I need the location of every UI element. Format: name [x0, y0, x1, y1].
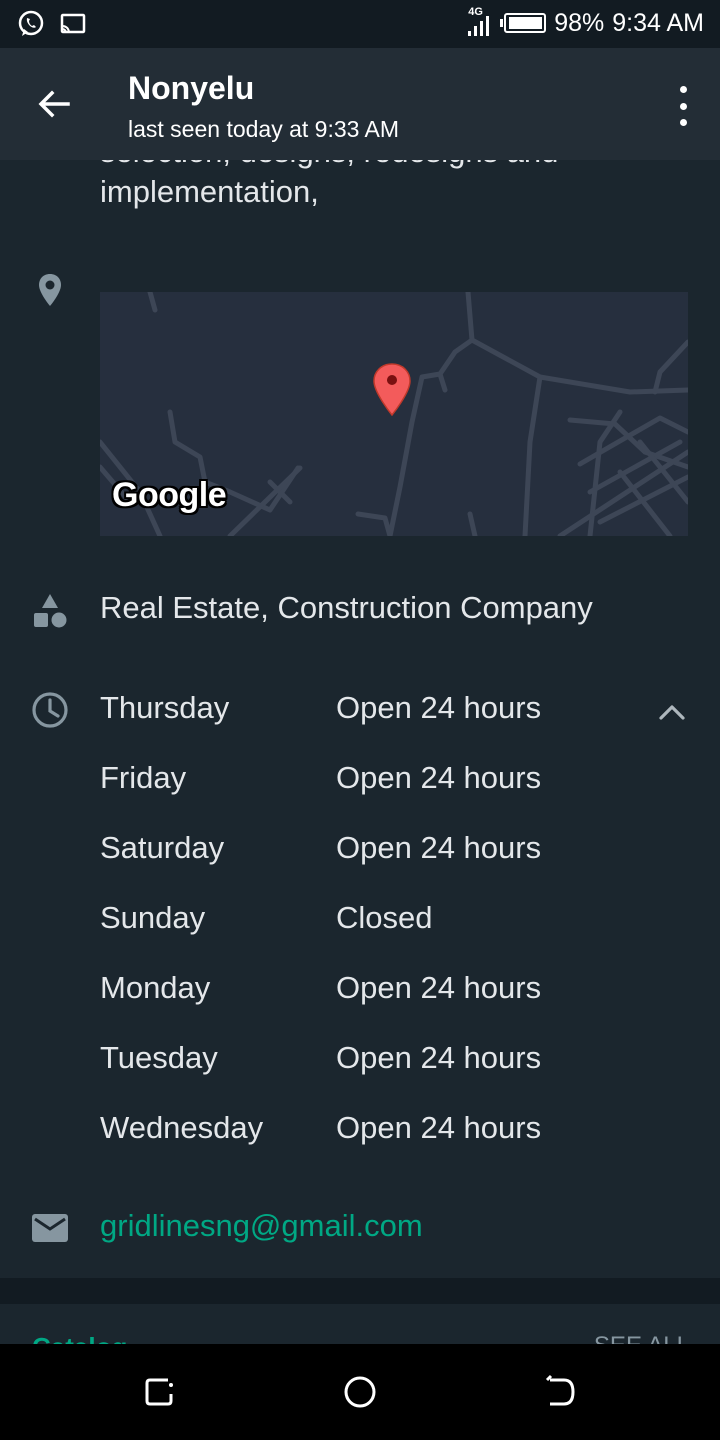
hours-day: Friday [100, 760, 187, 795]
hours-row: Wednesday Open 24 hours [100, 1110, 620, 1150]
hours-time: Open 24 hours [336, 1110, 542, 1145]
hours-row: Friday Open 24 hours [100, 760, 620, 800]
business-description-partial: selection, designs, redesigns and [100, 160, 558, 170]
back-nav-icon[interactable] [538, 1370, 582, 1414]
hours-day: Sunday [100, 900, 206, 935]
hours-row: Monday Open 24 hours [100, 970, 620, 1010]
location-pin-icon [39, 274, 61, 306]
hours-time: Open 24 hours [336, 760, 542, 795]
battery-icon [500, 13, 547, 33]
cast-icon [60, 13, 86, 34]
mail-icon [32, 1214, 68, 1242]
hours-day: Tuesday [100, 1040, 218, 1075]
hours-time: Open 24 hours [336, 1040, 542, 1075]
hours-time: Open 24 hours [336, 830, 542, 865]
hours-time: Open 24 hours [336, 690, 542, 725]
more-vertical-icon[interactable] [676, 86, 690, 126]
catalog-title: Catalog [32, 1332, 127, 1344]
hours-row: Sunday Closed [100, 900, 620, 940]
hours-time: Open 24 hours [336, 970, 542, 1005]
map-marker-icon [373, 363, 411, 417]
google-logo: Google [112, 476, 227, 514]
hours-row: Thursday Open 24 hours [100, 690, 620, 730]
clock-time: 9:34 AM [612, 8, 704, 37]
hours-row: Tuesday Open 24 hours [100, 1040, 620, 1080]
whatsapp-notification-icon [18, 10, 44, 36]
chevron-up-icon[interactable] [652, 692, 692, 732]
last-seen-status: last seen today at 9:33 AM [128, 116, 400, 142]
network-signal-icon: 4G [466, 6, 492, 38]
battery-percentage: 98% [554, 8, 605, 37]
see-all-button[interactable]: SEE ALL [594, 1332, 690, 1344]
email-link[interactable]: gridlinesng@gmail.com [100, 1208, 423, 1244]
app-bar: Nonyelu last seen today at 9:33 AM [0, 48, 720, 160]
business-info-section: selection, designs, redesigns and implem… [0, 160, 720, 1278]
business-description: implementation, [100, 174, 319, 209]
hours-row: Saturday Open 24 hours [100, 830, 620, 870]
navigation-bar [0, 1344, 720, 1440]
category-shapes-icon [34, 594, 67, 628]
business-category: Real Estate, Construction Company [100, 590, 593, 625]
hours-day: Saturday [100, 830, 225, 865]
status-bar: 4G 98% 9:34 AM [0, 0, 720, 48]
hours-time: Closed [336, 900, 433, 935]
hours-day: Wednesday [100, 1110, 264, 1145]
arrow-left-icon[interactable] [32, 82, 76, 126]
contact-name[interactable]: Nonyelu [128, 70, 254, 107]
catalog-section: Catalog SEE ALL [0, 1304, 720, 1344]
location-map[interactable]: Google [100, 292, 688, 536]
home-icon[interactable] [338, 1370, 382, 1414]
hours-day: Monday [100, 970, 211, 1005]
recents-icon[interactable] [138, 1370, 182, 1414]
clock-icon [32, 692, 68, 728]
hours-day: Thursday [100, 690, 230, 725]
